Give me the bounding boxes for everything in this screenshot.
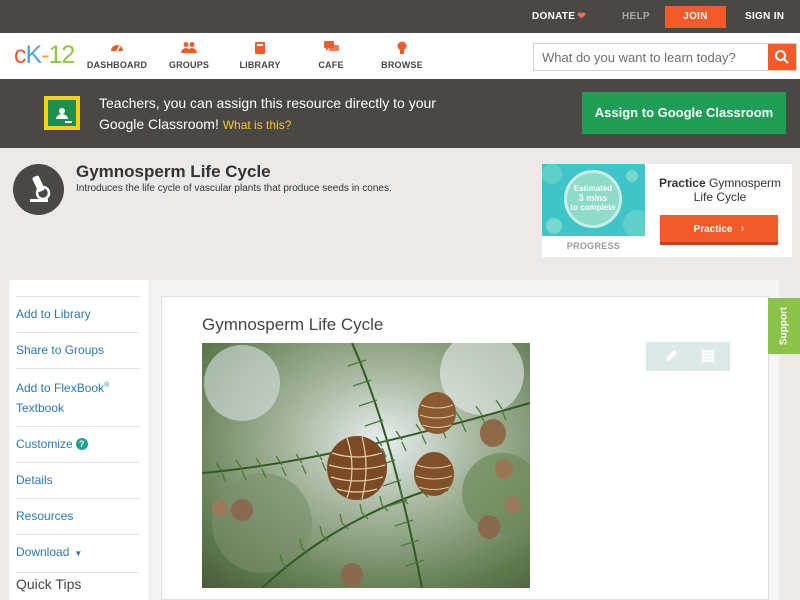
what-is-this-link[interactable]: What is this? [223, 118, 292, 132]
caret-down-icon: ▼ [74, 549, 83, 558]
lesson-title: Gymnosperm Life Cycle [76, 162, 271, 181]
help-link[interactable]: HELP [622, 0, 650, 33]
search-box [533, 43, 797, 71]
practice-button[interactable]: Practice › [660, 215, 778, 245]
sidebar-menu: Add to Library Share to Groups Add to Fl… [16, 296, 140, 573]
practice-title: Practice Gymnosperm Life Cycle [658, 176, 782, 204]
customize-link[interactable]: Customize? [16, 427, 140, 463]
assign-google-classroom-button[interactable]: Assign to Google Classroom [582, 92, 786, 134]
content-tools [646, 342, 730, 371]
progress-label: PROGRESS [566, 241, 621, 251]
donate-link[interactable]: DONATE ❤ [532, 0, 586, 33]
nav-library[interactable]: LIBRARY [225, 41, 295, 70]
lightbulb-icon [367, 41, 437, 57]
nav-cafe[interactable]: CAFE [296, 41, 366, 70]
quick-tips-heading: Quick Tips [16, 576, 82, 592]
pine-cones-image [202, 343, 530, 588]
estimated-time-badge: Estimated 3 mins to complete [564, 170, 622, 228]
top-utility-bar: DONATE ❤ HELP JOIN SIGN IN [0, 0, 800, 33]
nav-groups[interactable]: GROUPS [154, 41, 224, 70]
donate-label: DONATE [532, 11, 576, 22]
search-input[interactable] [534, 44, 768, 70]
pencil-icon[interactable] [663, 348, 679, 364]
sign-in-link[interactable]: SIGN IN [745, 0, 784, 33]
notes-icon[interactable] [700, 348, 716, 364]
practice-card: Estimated 3 mins to complete PROGRESS Pr… [542, 164, 792, 257]
main-nav: cK-12 DASHBOARD GROUPS LIBRARY CAFE BROW… [0, 33, 800, 79]
nav-browse[interactable]: BROWSE [367, 41, 437, 70]
add-to-library-link[interactable]: Add to Library [16, 297, 140, 333]
cafe-icon [296, 41, 366, 57]
support-tab[interactable]: Support [768, 298, 800, 354]
search-button[interactable] [768, 44, 796, 70]
details-link[interactable]: Details [16, 463, 140, 499]
add-to-flexbook-link[interactable]: Add to FlexBook® Textbook [16, 369, 140, 427]
download-dropdown[interactable]: Download ▼ [16, 535, 140, 573]
chevron-right-icon: › [740, 221, 745, 235]
practice-thumbnail: Estimated 3 mins to complete [542, 164, 645, 236]
microscope-icon [13, 164, 64, 215]
library-icon [225, 41, 295, 57]
resource-sidebar: Add to Library Share to Groups Add to Fl… [9, 280, 149, 600]
nav-dashboard[interactable]: DASHBOARD [82, 41, 152, 70]
resources-link[interactable]: Resources [16, 499, 140, 535]
banner-message: Teachers, you can assign this resource d… [99, 95, 436, 132]
lesson-description: Introduces the life cycle of vascular pl… [76, 183, 392, 194]
search-icon [775, 50, 789, 64]
help-icon[interactable]: ? [75, 438, 88, 450]
share-to-groups-link[interactable]: Share to Groups [16, 333, 140, 369]
content-title: Gymnosperm Life Cycle [202, 315, 384, 334]
join-button[interactable]: JOIN [665, 6, 726, 28]
dashboard-icon [82, 41, 152, 57]
teacher-banner: Teachers, you can assign this resource d… [0, 79, 800, 148]
heart-icon: ❤ [577, 11, 586, 22]
groups-icon [154, 41, 224, 57]
google-classroom-icon [44, 96, 80, 130]
ck12-logo[interactable]: cK-12 [14, 41, 75, 70]
support-label: Support [778, 306, 790, 346]
